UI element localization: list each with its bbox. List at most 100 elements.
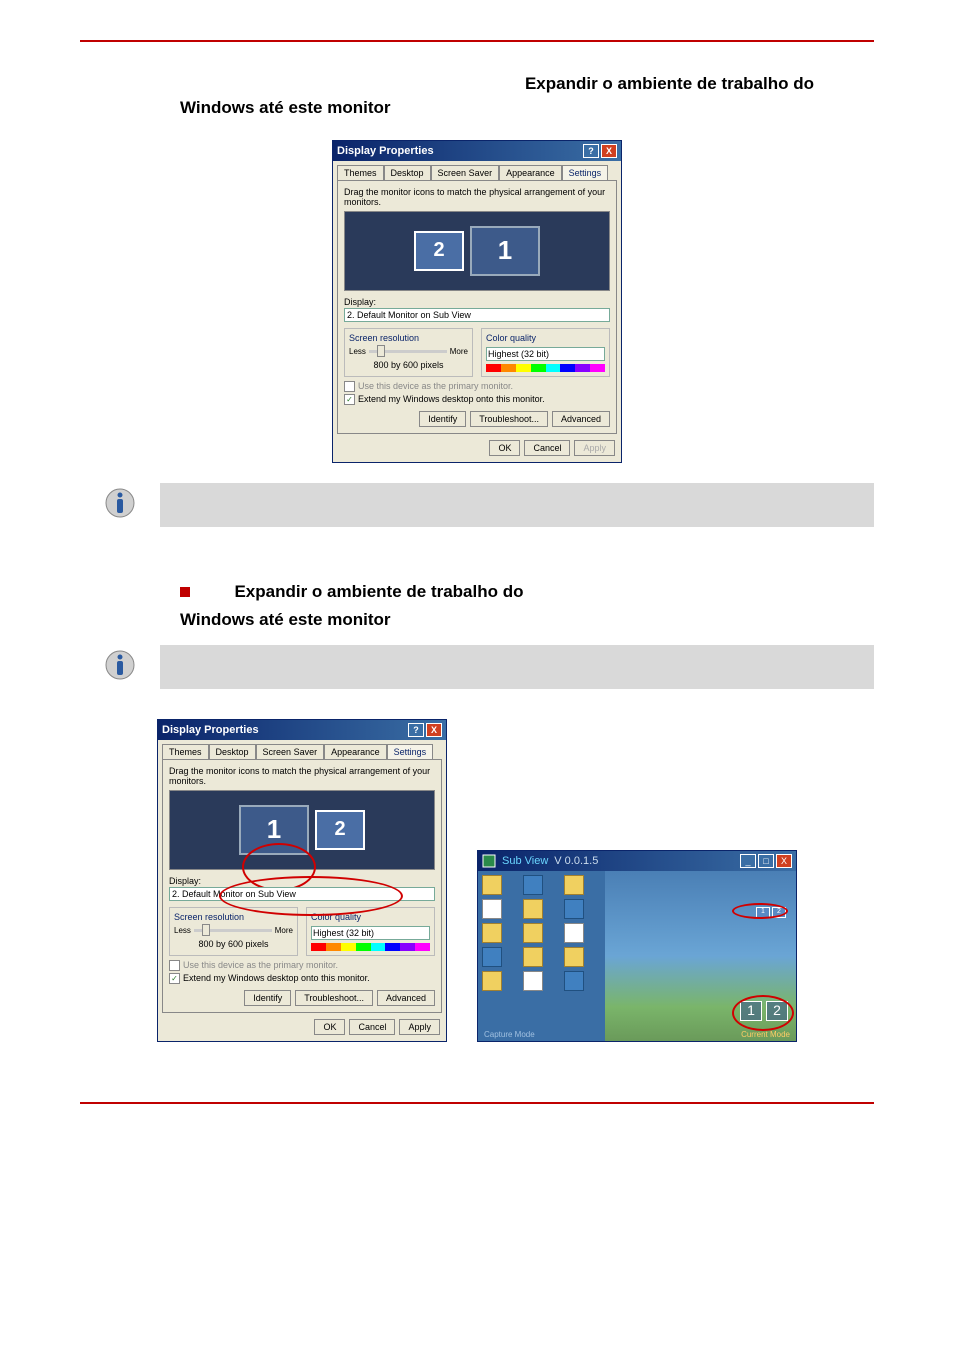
dialog1-titlebar: Display Properties ? X xyxy=(333,141,621,161)
heading2-bold2: Windows até este monitor xyxy=(180,610,390,629)
subview-title: Sub View xyxy=(502,855,548,867)
heading1-bold1: Expandir o ambiente de trabalho do xyxy=(525,74,814,93)
display-label: Display: xyxy=(344,297,610,307)
ok-button[interactable]: OK xyxy=(489,440,520,456)
resolution-slider[interactable]: Less More xyxy=(349,347,468,356)
extend-desktop-check[interactable]: ✓ Extend my Windows desktop onto this mo… xyxy=(169,973,435,984)
resolution-value: 800 by 600 pixels xyxy=(174,939,293,949)
desktop-icon xyxy=(523,947,543,967)
drag-instruction: Drag the monitor icons to match the phys… xyxy=(169,766,435,786)
tab-appearance[interactable]: Appearance xyxy=(499,165,562,180)
checkbox-icon[interactable]: ✓ xyxy=(344,394,355,405)
tab-desktop[interactable]: Desktop xyxy=(209,744,256,759)
desktop-icon xyxy=(564,971,584,991)
desktop-icon xyxy=(564,923,584,943)
help-icon[interactable]: ? xyxy=(583,144,599,158)
help-icon[interactable]: ? xyxy=(408,723,424,737)
cancel-button[interactable]: Cancel xyxy=(349,1019,395,1035)
close-icon[interactable]: X xyxy=(776,854,792,868)
info-text-1 xyxy=(160,483,874,527)
close-icon[interactable]: X xyxy=(426,723,442,737)
desktop-icon xyxy=(482,947,502,967)
app-icon xyxy=(482,854,496,868)
monitor-2-icon[interactable]: 2 xyxy=(315,810,365,850)
more-label: More xyxy=(450,347,468,356)
current-mode-label: Current Mode xyxy=(741,1030,790,1039)
display-properties-dialog-1: Display Properties ? X Themes Desktop Sc… xyxy=(332,140,622,463)
desktop-icon xyxy=(482,899,502,919)
bottom-rule xyxy=(80,1102,874,1104)
tab-themes[interactable]: Themes xyxy=(162,744,209,759)
subview-left-pane: Capture Mode xyxy=(478,871,605,1041)
color-quality-select[interactable]: Highest (32 bit) xyxy=(486,347,605,361)
desktop-icon xyxy=(564,947,584,967)
tab-settings[interactable]: Settings xyxy=(562,165,609,180)
apply-button[interactable]: Apply xyxy=(574,440,615,456)
close-icon[interactable]: X xyxy=(601,144,617,158)
display-properties-dialog-2: Display Properties ? X Themes Desktop Sc… xyxy=(157,719,447,1042)
info-text-2 xyxy=(160,645,874,689)
primary-label: Use this device as the primary monitor. xyxy=(183,960,338,970)
info-icon xyxy=(104,487,136,519)
monitor-arrangement[interactable]: 2 1 xyxy=(344,211,610,291)
subview-right-pane: 1 2 1 2 Current Mode xyxy=(605,871,796,1041)
tab-screensaver[interactable]: Screen Saver xyxy=(431,165,500,180)
subview-window: Sub View V 0.0.1.5 _ □ X xyxy=(477,850,797,1042)
extend-label: Extend my Windows desktop onto this moni… xyxy=(183,973,370,983)
dialog2-titlebar: Display Properties ? X xyxy=(158,720,446,740)
monitor-1-icon[interactable]: 1 xyxy=(470,226,540,276)
tab-appearance[interactable]: Appearance xyxy=(324,744,387,759)
tab-desktop[interactable]: Desktop xyxy=(384,165,431,180)
identify-button[interactable]: Identify xyxy=(419,411,466,427)
ok-button[interactable]: OK xyxy=(314,1019,345,1035)
monitor-1-icon[interactable]: 1 xyxy=(239,805,309,855)
resolution-slider[interactable]: Less More xyxy=(174,926,293,935)
screen-res-label: Screen resolution xyxy=(349,333,468,343)
color-bar xyxy=(486,364,605,372)
desktop-icon xyxy=(564,899,584,919)
identify-button[interactable]: Identify xyxy=(244,990,291,1006)
tab-screensaver[interactable]: Screen Saver xyxy=(256,744,325,759)
more-label: More xyxy=(275,926,293,935)
checkbox-icon xyxy=(344,381,355,392)
dialog1-title: Display Properties xyxy=(337,145,434,157)
bullet-square-icon xyxy=(180,587,190,597)
heading2-bold1: Expandir o ambiente de trabalho do xyxy=(234,582,523,601)
minimize-icon[interactable]: _ xyxy=(740,854,756,868)
dialog1-tabs: Themes Desktop Screen Saver Appearance S… xyxy=(333,161,621,180)
checkbox-icon[interactable]: ✓ xyxy=(169,973,180,984)
desktop-icon xyxy=(482,875,502,895)
maximize-icon[interactable]: □ xyxy=(758,854,774,868)
primary-monitor-check: Use this device as the primary monitor. xyxy=(169,960,435,971)
less-label: Less xyxy=(349,347,366,356)
less-label: Less xyxy=(174,926,191,935)
capture-mode-label: Capture Mode xyxy=(484,1030,535,1039)
cancel-button[interactable]: Cancel xyxy=(524,440,570,456)
primary-label: Use this device as the primary monitor. xyxy=(358,381,513,391)
monitor-2-icon[interactable]: 2 xyxy=(414,231,464,271)
troubleshoot-button[interactable]: Troubleshoot... xyxy=(470,411,548,427)
troubleshoot-button[interactable]: Troubleshoot... xyxy=(295,990,373,1006)
annotation-circle-icon xyxy=(732,995,794,1031)
heading2-line2: Windows até este monitor xyxy=(180,610,874,630)
dialog2-tabs: Themes Desktop Screen Saver Appearance S… xyxy=(158,740,446,759)
extend-desktop-check[interactable]: ✓ Extend my Windows desktop onto this mo… xyxy=(344,394,610,405)
extend-label: Extend my Windows desktop onto this moni… xyxy=(358,394,545,404)
tab-settings[interactable]: Settings xyxy=(387,744,434,759)
apply-button[interactable]: Apply xyxy=(399,1019,440,1035)
desktop-icon xyxy=(523,899,543,919)
heading1-bold2: Windows até este monitor xyxy=(180,98,390,117)
top-rule xyxy=(80,40,874,42)
section-heading-2: Expandir o ambiente de trabalho do xyxy=(180,582,874,602)
color-quality-select[interactable]: Highest (32 bit) xyxy=(311,926,430,940)
tab-themes[interactable]: Themes xyxy=(337,165,384,180)
color-quality-label: Color quality xyxy=(486,333,605,343)
monitor-arrangement[interactable]: 1 2 xyxy=(169,790,435,870)
advanced-button[interactable]: Advanced xyxy=(552,411,610,427)
display-select[interactable]: 2. Default Monitor on Sub View xyxy=(344,308,610,322)
advanced-button[interactable]: Advanced xyxy=(377,990,435,1006)
info-icon xyxy=(104,649,136,681)
section-heading-1: Expandir o ambiente de trabalho do Windo… xyxy=(180,72,874,120)
annotation-circle-icon xyxy=(732,903,788,919)
display-select[interactable]: 2. Default Monitor on Sub View xyxy=(169,887,435,901)
